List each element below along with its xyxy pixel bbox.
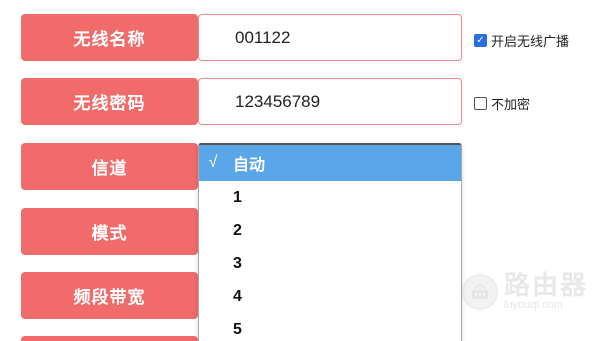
channel-option-label: 自动 (233, 157, 266, 174)
bandwidth-row: 频段带宽 (21, 272, 198, 319)
watermark-en: luyouqi.com (504, 299, 563, 311)
next-row-partial (21, 336, 198, 341)
channel-dropdown[interactable]: √ 自动 1 2 3 4 5 (198, 143, 462, 341)
no-encrypt-checkbox[interactable] (474, 97, 487, 110)
watermark-cn: 路由器 (504, 270, 589, 300)
password-row: 无线密码 123456789 (21, 78, 462, 125)
channel-option-label: 1 (233, 188, 242, 206)
no-encrypt-label: 不加密 (491, 97, 531, 112)
password-label: 无线密码 (21, 78, 198, 125)
mode-label: 模式 (21, 208, 198, 255)
channel-row: 信道 (21, 143, 198, 190)
channel-label: 信道 (21, 143, 198, 190)
channel-option-2[interactable]: 2 (199, 214, 461, 247)
channel-option-5[interactable]: 5 (199, 313, 461, 341)
mode-row: 模式 (21, 208, 198, 255)
watermark: 路由器 luyouqi.com (462, 272, 588, 311)
channel-option-3[interactable]: 3 (199, 247, 461, 280)
password-input[interactable]: 123456789 (198, 78, 462, 125)
channel-option-label: 4 (233, 287, 242, 305)
selected-check-icon: √ (208, 154, 218, 171)
broadcast-option[interactable]: ✓ 开启无线广播 (474, 31, 569, 50)
ssid-label: 无线名称 (21, 14, 198, 61)
router-logo-icon (462, 273, 498, 310)
channel-option-4[interactable]: 4 (199, 280, 461, 313)
channel-option-label: 5 (233, 320, 242, 338)
channel-option-label: 2 (233, 221, 242, 239)
ssid-row: 无线名称 001122 (21, 14, 462, 61)
channel-option-auto[interactable]: √ 自动 (199, 145, 461, 181)
next-row-label (21, 336, 198, 341)
channel-option-label: 3 (233, 254, 242, 272)
ssid-input[interactable]: 001122 (198, 14, 462, 61)
broadcast-label: 开启无线广播 (491, 34, 570, 49)
bandwidth-label: 频段带宽 (21, 272, 198, 319)
channel-option-1[interactable]: 1 (199, 181, 461, 214)
no-encrypt-option[interactable]: 不加密 (474, 94, 530, 113)
broadcast-checkbox[interactable]: ✓ (474, 34, 487, 47)
